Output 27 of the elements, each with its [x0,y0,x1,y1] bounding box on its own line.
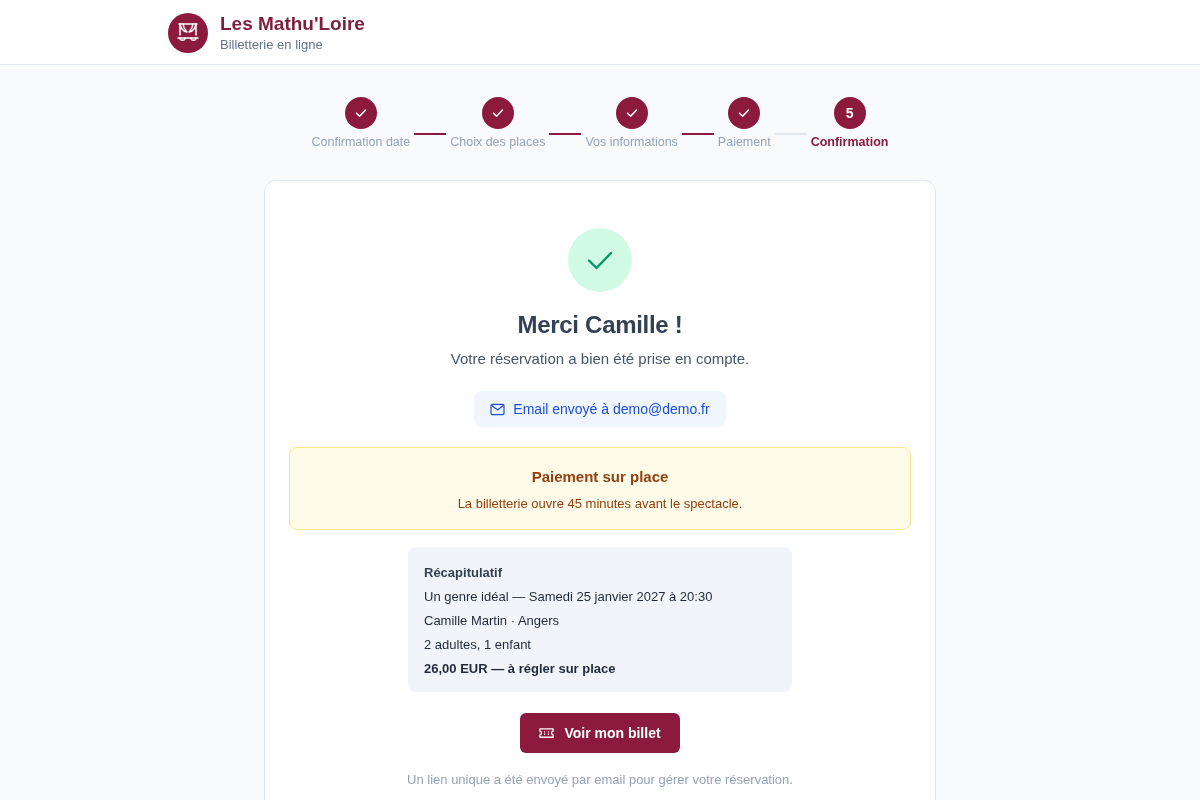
thank-you-heading: Merci Camille ! [517,310,683,340]
step-connector [681,133,714,135]
summary-line: Un genre idéal — Samedi 25 janvier 2027 à 20:30 [424,588,714,605]
step-number: 5 [833,97,866,129]
alert-text: La billetterie ouvre 45 minutes avant le spectacle. [457,495,743,512]
summary-line: 26,00 EUR — à régler sur place [424,660,617,677]
email-notice-text: Email envoyé à demo@demo.fr [513,401,710,417]
step-label: Paiement [717,134,771,151]
footer-note: Un lien unique a été envoyé par email pour gérer votre réservation. [407,771,793,788]
step-label: Choix des places [450,134,546,151]
step-label: Confirmation date [311,134,411,151]
theater-curtain-icon [168,12,208,53]
envelope-icon [490,402,506,416]
step-label: Confirmation [810,134,889,151]
site-title: Les Mathu'Loire [220,12,365,35]
step-label: Vos informations [585,134,678,151]
summary-title: Récapitulatif [424,564,503,581]
confirmation-message: Votre réservation a bien été prise en compte. [450,349,750,369]
site-subtitle: Billetterie en ligne [220,36,324,53]
view-ticket-button[interactable]: Voir mon billet [520,713,680,753]
ticket-icon [539,727,555,739]
alert-title: Paiement sur place [531,467,669,487]
summary-line: Camille Martin · Angers [424,612,561,629]
step-connector [414,133,447,135]
step-connector [549,133,582,135]
success-check-icon [568,228,632,292]
summary-line: 2 adultes, 1 enfant [424,636,532,653]
